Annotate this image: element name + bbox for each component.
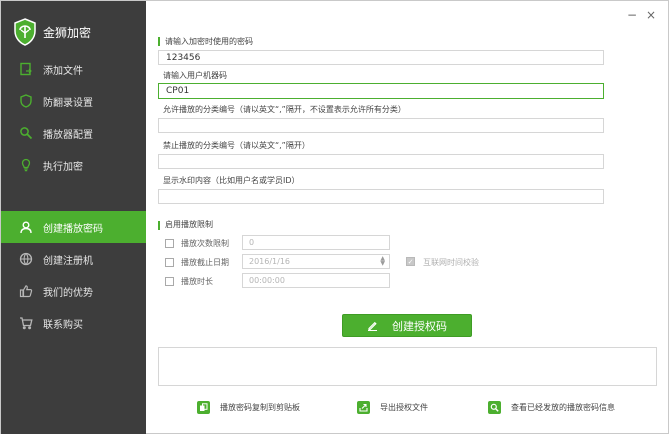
play-count-input[interactable]: 0 [242, 235, 390, 250]
play-duration-input[interactable]: 00:00:00 [242, 273, 390, 288]
export-license-button[interactable]: 导出授权文件 [357, 401, 428, 414]
spinner-arrows-icon[interactable]: ▲ ▼ [380, 256, 385, 267]
search-icon [488, 401, 501, 414]
expiry-date-input[interactable]: 2016/1/16 ▲ ▼ [242, 254, 390, 269]
export-license-label: 导出授权文件 [380, 403, 428, 412]
export-icon [357, 401, 370, 414]
machine-code-label: 请输入用户机器码 [163, 71, 227, 80]
sidebar-item-advantages[interactable]: 我们的优势 [1, 275, 146, 307]
thumbs-up-icon [19, 284, 33, 298]
sidebar-nav-bottom: 创建播放密码 创建注册机 我们的优势 联系购买 [1, 211, 146, 339]
globe-icon [19, 252, 33, 266]
watermark-input[interactable] [158, 189, 604, 204]
password-input[interactable] [158, 50, 604, 65]
play-limit-label: 启用播放限制 [165, 220, 213, 229]
create-auth-code-button[interactable]: 创建授权码 [342, 314, 472, 337]
file-icon [19, 62, 33, 76]
online-check-label: 互联网时间校验 [423, 258, 479, 267]
password-label: 请输入加密时使用的密码 [165, 37, 253, 46]
expiry-date-label: 播放截止日期 [181, 258, 229, 267]
sidebar-item-label: 执行加密 [43, 161, 83, 173]
sidebar-item-label: 创建注册机 [43, 255, 93, 267]
shield-logo-icon [14, 18, 36, 46]
app-window: 金狮加密 添加文件 防翻录设置 播放器配置 执行加密 创建播放密码 创建注册机 … [0, 0, 669, 434]
sidebar-item-player-config[interactable]: 播放器配置 [1, 117, 146, 149]
sidebar-nav-top: 添加文件 防翻录设置 播放器配置 执行加密 [1, 53, 146, 181]
sidebar-item-contact-purchase[interactable]: 联系购买 [1, 307, 146, 339]
expiry-date-row: 播放截止日期 [165, 257, 239, 268]
copy-icon [197, 401, 210, 414]
lightbulb-icon [19, 158, 33, 172]
section-marker [158, 221, 160, 230]
sidebar-item-label: 联系购买 [43, 319, 83, 331]
watermark-label: 显示水印内容（比如用户名或学员ID） [163, 176, 300, 185]
copy-password-label: 播放密码复制到剪贴板 [220, 403, 300, 412]
auth-code-output[interactable] [158, 347, 657, 386]
sidebar-item-anti-record[interactable]: 防翻录设置 [1, 85, 146, 117]
play-duration-checkbox[interactable] [165, 277, 174, 286]
play-duration-row: 播放时长 [165, 276, 239, 287]
copy-password-button[interactable]: 播放密码复制到剪贴板 [197, 401, 300, 414]
play-count-checkbox[interactable] [165, 239, 174, 248]
search-icon [19, 126, 33, 140]
allowed-categories-label: 允许播放的分类编号（请以英文“,”隔开，不设置表示允许所有分类） [163, 105, 406, 114]
shield-icon [19, 94, 33, 108]
sidebar-item-create-play-password[interactable]: 创建播放密码 [1, 211, 146, 243]
sidebar-item-create-keygen[interactable]: 创建注册机 [1, 243, 146, 275]
brand: 金狮加密 [13, 17, 91, 47]
expiry-date-value: 2016/1/16 [249, 257, 291, 266]
sidebar-item-label: 我们的优势 [43, 287, 93, 299]
sidebar: 金狮加密 添加文件 防翻录设置 播放器配置 执行加密 创建播放密码 创建注册机 … [1, 1, 146, 434]
play-count-label: 播放次数限制 [181, 239, 229, 248]
play-duration-label: 播放时长 [181, 277, 213, 286]
sidebar-item-label: 创建播放密码 [43, 223, 103, 235]
machine-code-input[interactable] [158, 83, 604, 99]
user-icon [19, 220, 33, 234]
view-issued-passwords-button[interactable]: 查看已经发放的播放密码信息 [488, 401, 615, 414]
online-check-checkbox[interactable]: ✓ [406, 257, 415, 266]
cart-icon [19, 316, 33, 330]
sidebar-item-execute-encrypt[interactable]: 执行加密 [1, 149, 146, 181]
sidebar-item-label: 添加文件 [43, 65, 83, 77]
play-count-row: 播放次数限制 [165, 238, 239, 249]
main-panel: 请输入加密时使用的密码 请输入用户机器码 允许播放的分类编号（请以英文“,”隔开… [146, 1, 669, 434]
sidebar-item-label: 播放器配置 [43, 129, 93, 141]
view-issued-passwords-label: 查看已经发放的播放密码信息 [511, 403, 615, 412]
section-marker [158, 37, 160, 46]
app-title: 金狮加密 [43, 25, 92, 40]
sidebar-item-add-file[interactable]: 添加文件 [1, 53, 146, 85]
sidebar-item-label: 防翻录设置 [43, 97, 93, 109]
forbidden-categories-label: 禁止播放的分类编号（请以英文“,”隔开） [163, 141, 310, 150]
allowed-categories-input[interactable] [158, 118, 604, 133]
forbidden-categories-input[interactable] [158, 154, 604, 169]
expiry-date-checkbox[interactable] [165, 258, 174, 267]
pencil-icon [367, 320, 378, 331]
create-auth-code-label: 创建授权码 [392, 319, 447, 333]
